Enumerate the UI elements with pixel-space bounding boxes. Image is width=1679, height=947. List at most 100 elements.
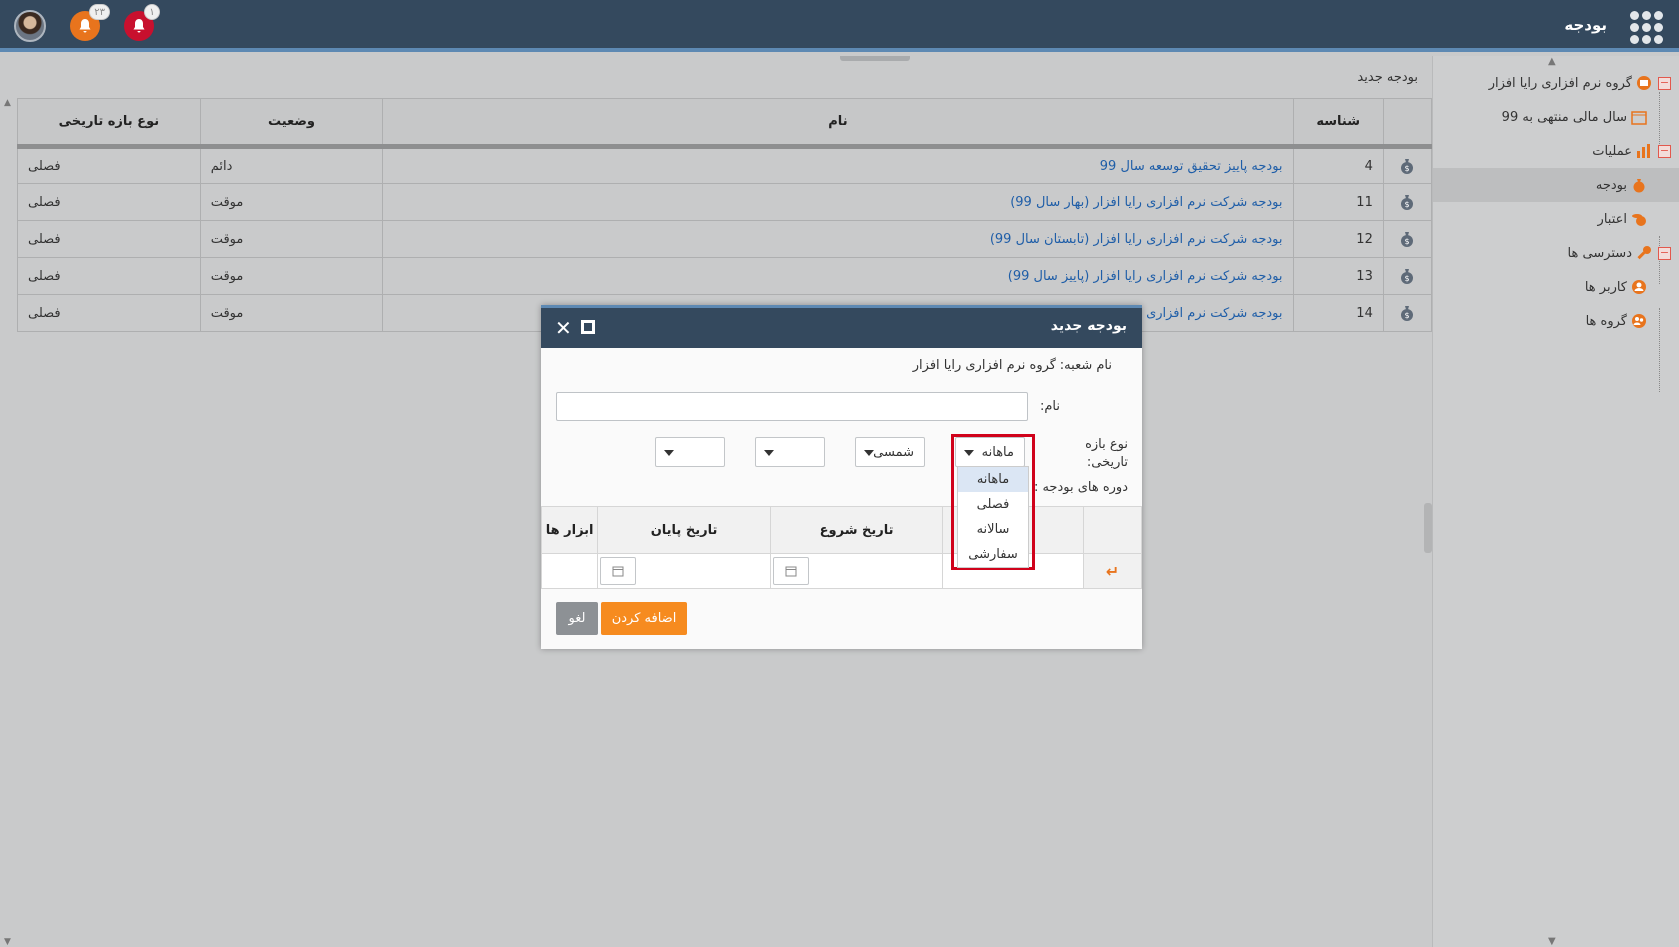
sidebar-item-operations[interactable]: − عملیات [1433, 134, 1679, 168]
sidebar-item-credit[interactable]: اعتبار [1433, 202, 1679, 236]
row-id: 11 [1292, 183, 1384, 221]
collapse-icon[interactable]: − [1658, 76, 1671, 90]
sidebar-item-users[interactable]: کاربر ها [1433, 270, 1679, 304]
splitter-handle[interactable] [840, 56, 910, 61]
calendar-icon [785, 566, 797, 576]
status-column-header[interactable]: وضعیت [199, 98, 384, 149]
svg-text:$: $ [1405, 200, 1410, 209]
new-budget-dialog: بودجه جدید ✕ نام شعبه: گروه نرم افزاری ر… [540, 305, 1143, 649]
period-type-label: نوع بازه تاریخی: [1085, 437, 1128, 470]
calendar-icon [612, 566, 624, 576]
scroll-up-icon[interactable]: ▲ [4, 98, 11, 108]
notifications-count-badge: ۲۳ [89, 4, 110, 20]
money-bag-icon: $ [1398, 232, 1416, 247]
row-status: موقت [199, 294, 384, 332]
period-row: ↵ [540, 553, 1143, 589]
start-date-column-header: تاریخ شروع [769, 506, 944, 554]
row-name-link[interactable]: بودجه شرکت نرم افزاری رایا افزار (بهار س… [382, 183, 1294, 221]
svg-text:$: $ [1405, 237, 1410, 246]
dropdown-option[interactable]: سالانه [958, 517, 1028, 542]
id-column-header[interactable]: شناسه [1292, 98, 1384, 149]
grid-scroll-thumb[interactable] [1424, 503, 1432, 553]
sidebar-item-label: کاربر ها [1584, 279, 1627, 295]
chevron-down-icon [764, 450, 774, 456]
chevron-down-icon [664, 450, 674, 456]
svg-text:$: $ [1405, 164, 1410, 173]
sidebar-scroll-down-icon[interactable]: ▼ [1548, 936, 1556, 947]
period-select[interactable] [655, 437, 725, 467]
alerts-bell-icon[interactable]: ۱ [124, 4, 160, 41]
sidebar-item-fiscal-year[interactable]: سال مالی منتهی به 99 [1433, 100, 1679, 134]
sidebar-item-label: بودجه [1595, 177, 1627, 193]
svg-text:$: $ [1405, 274, 1410, 283]
table-row[interactable]: $ 11 بودجه شرکت نرم افزاری رایا افزار (ب… [17, 183, 1433, 221]
row-status: موقت [199, 257, 384, 295]
year-select[interactable] [755, 437, 825, 467]
end-date-column-header: تاریخ پایان [597, 506, 771, 554]
table-row[interactable]: $ 12 بودجه شرکت نرم افزاری رایا افزار (ت… [17, 220, 1433, 258]
calendar-type-selected-value: شمسی [873, 444, 914, 460]
apps-grid-icon[interactable] [1630, 11, 1663, 44]
collapse-icon[interactable]: − [1658, 246, 1671, 260]
enter-icon[interactable]: ↵ [1106, 562, 1119, 581]
sidebar-item-label: سال مالی منتهی به 99 [1501, 109, 1627, 125]
row-id: 14 [1292, 294, 1384, 332]
sidebar-item-budget[interactable]: بودجه [1433, 168, 1679, 202]
avatar[interactable] [14, 10, 46, 42]
dropdown-option[interactable]: فصلی [958, 492, 1028, 517]
sidebar-item-access[interactable]: − دسترسی ها [1433, 236, 1679, 270]
row-name-link[interactable]: بودجه شرکت نرم افزاری رایا افزار (پاییز … [382, 257, 1294, 295]
money-bag-icon [1631, 177, 1647, 193]
collapse-icon[interactable]: − [1658, 144, 1671, 158]
sidebar-item-groups[interactable]: گروه ها [1433, 304, 1679, 338]
calendar-type-select[interactable]: شمسی [855, 437, 925, 467]
top-bar: بودجه ۲۳ ۱ [0, 0, 1679, 52]
row-id: 4 [1292, 146, 1384, 184]
row-period-type: فصلی [17, 183, 201, 221]
row-period-type: فصلی [17, 146, 201, 184]
dropdown-option[interactable]: ماهانه [958, 467, 1028, 492]
row-period-type: فصلی [17, 220, 201, 258]
row-name-link[interactable]: بودجه شرکت نرم افزاری رایا افزار (تابستا… [382, 220, 1294, 258]
close-icon[interactable]: ✕ [555, 316, 572, 340]
table-row[interactable]: $ 13 بودجه شرکت نرم افزاری رایا افزار (پ… [17, 257, 1433, 295]
money-bag-icon: $ [1398, 159, 1416, 174]
chevron-down-icon [864, 450, 874, 456]
key-icon [1636, 245, 1652, 261]
row-status: موقت [199, 220, 384, 258]
dropdown-option[interactable]: سفارشی [958, 542, 1028, 567]
maximize-icon[interactable] [581, 320, 595, 334]
org-icon [1636, 75, 1652, 91]
app-title: بودجه [1564, 16, 1607, 34]
sidebar-item-label: گروه ها [1585, 313, 1627, 329]
row-period-type: فصلی [17, 257, 201, 295]
add-button[interactable]: اضافه کردن [601, 602, 687, 635]
period-type-column-header[interactable]: نوع بازه تاریخی [17, 98, 201, 149]
row-id: 12 [1292, 220, 1384, 258]
row-name-link[interactable]: بودجه پاییز تحقیق توسعه سال 99 [382, 146, 1294, 184]
name-input[interactable] [556, 392, 1028, 421]
sidebar-item-label: عملیات [1592, 143, 1632, 159]
sidebar-item-organization[interactable]: − گروه نرم افزاری رایا افزار [1433, 66, 1679, 100]
branch-label: نام شعبه: [1059, 358, 1112, 373]
tools-column-header: ابزار ها [540, 506, 599, 554]
calendar-icon [1631, 109, 1647, 125]
name-column-header[interactable]: نام [382, 98, 1294, 149]
row-status: موقت [199, 183, 384, 221]
row-id: 13 [1292, 257, 1384, 295]
row-period-type: فصلی [17, 294, 201, 332]
sidebar-item-label: اعتبار [1597, 211, 1627, 227]
end-date-picker[interactable] [600, 557, 637, 585]
table-row[interactable]: $ 4 بودجه پاییز تحقیق توسعه سال 99 دائم … [17, 146, 1433, 184]
dialog-header: بودجه جدید ✕ [541, 308, 1142, 348]
sidebar-item-label: دسترسی ها [1567, 245, 1632, 261]
start-date-picker[interactable] [772, 557, 809, 585]
left-scrollbar[interactable]: ▲ ▼ [0, 98, 16, 947]
coins-icon [1631, 211, 1647, 227]
scroll-down-icon[interactable]: ▼ [4, 937, 11, 947]
svg-text:$: $ [1405, 311, 1410, 320]
sidebar: ▲ − گروه نرم افزاری رایا افزار سال مالی … [1432, 56, 1679, 947]
cancel-button[interactable]: لغو [556, 602, 598, 635]
icon-column-header [1382, 98, 1433, 149]
notifications-bell-icon[interactable]: ۲۳ [70, 4, 110, 41]
